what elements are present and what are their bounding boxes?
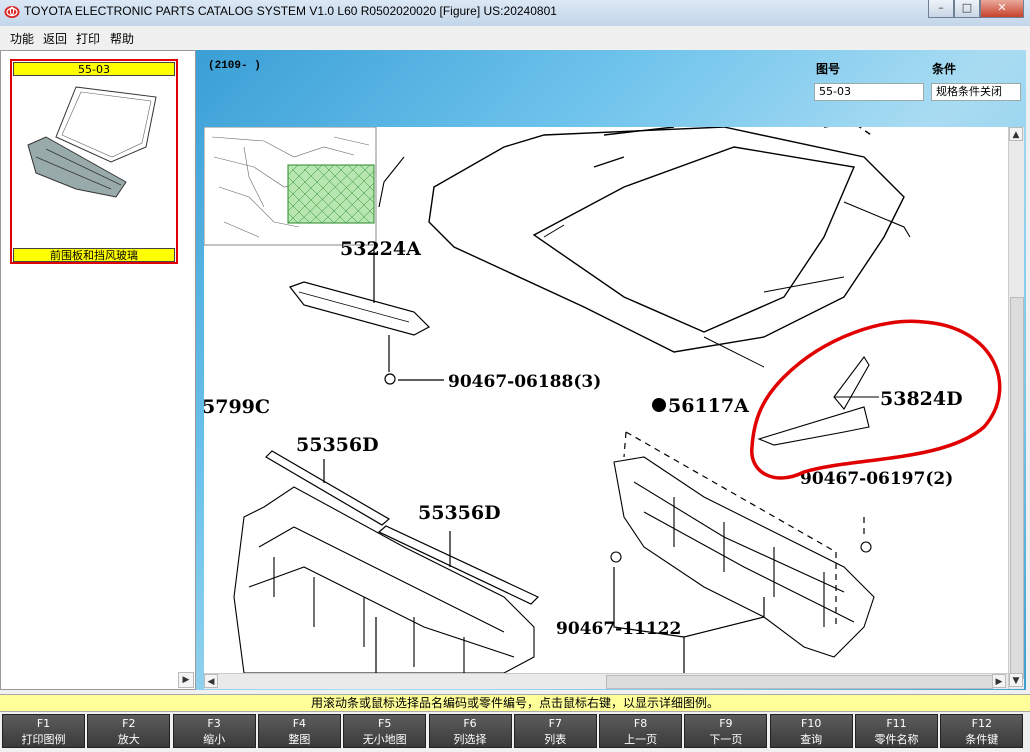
fkey-label: 零件名称 <box>874 733 919 746</box>
fkey-f7[interactable]: F7 列表 <box>513 714 597 748</box>
fkey-label: 缩小 <box>203 733 226 746</box>
figure-thumbnail[interactable]: 55-03 前围板和挡风玻璃 <box>10 59 178 264</box>
figure-number-label: 图号 <box>816 62 841 76</box>
fkey-label: 条件键 <box>965 733 999 746</box>
fkey-code: F8 <box>633 717 648 730</box>
thumbnail-panel: 55-03 前围板和挡风玻璃 <box>0 50 196 690</box>
function-key-bar: F1 打印图例 F2 放大 F3 缩小 F4 整图 F5 无小地图 F6 列选择 F7 列表 F8 上一页 F9… <box>2 714 1028 750</box>
condition-field[interactable]: 规格条件关闭 <box>931 83 1021 101</box>
fkey-f6[interactable]: F6 列选择 <box>428 714 512 748</box>
parts-diagram[interactable]: 53224A 90467-06188(3) 5799C 55356D 55356… <box>204 127 1008 673</box>
fkey-code: F5 <box>378 717 392 730</box>
vertical-scroll-thumb[interactable] <box>1010 297 1024 679</box>
thumbnail-code: 55-03 <box>13 62 175 76</box>
title-bar: TOYOTA ELECTRONIC PARTS CATALOG SYSTEM V… <box>0 0 1030 26</box>
thumbnail-image <box>27 86 157 198</box>
menu-function[interactable]: 功能 <box>10 30 34 47</box>
minimize-button[interactable]: – <box>928 0 954 18</box>
fkey-label: 放大 <box>117 733 140 746</box>
scroll-down-arrow[interactable]: ▼ <box>1009 673 1023 687</box>
fkey-f2[interactable]: F2 放大 <box>87 714 171 748</box>
horizontal-scrollbar[interactable]: ◀ ▶ <box>204 673 1008 689</box>
fkey-label: 列表 <box>544 733 567 746</box>
horizontal-scroll-thumb[interactable] <box>606 675 993 689</box>
fkey-label: 下一页 <box>709 733 743 746</box>
scroll-left-arrow[interactable]: ◀ <box>204 674 218 688</box>
fkey-code: F4 <box>292 717 307 730</box>
figure-area: (2109- ) 图号 55-03 条件 规格条件关闭 53224A 90467… <box>196 50 1026 690</box>
fkey-label: 无小地图 <box>362 733 407 746</box>
fkey-f11[interactable]: F11 零件名称 <box>855 714 938 748</box>
fkey-code: F3 <box>207 717 221 730</box>
menu-print[interactable]: 打印 <box>76 30 100 47</box>
thumbnail-caption: 前围板和挡风玻璃 <box>13 248 175 262</box>
toyota-logo-icon <box>4 6 20 18</box>
fkey-label: 列选择 <box>453 733 487 746</box>
left-panel-scroll-arrow[interactable]: ▶ <box>178 672 194 688</box>
fkey-f4[interactable]: F4 整图 <box>257 714 341 748</box>
fkey-code: F11 <box>886 717 907 730</box>
fkey-code: F1 <box>36 717 51 730</box>
parts-diagram-drawing: 53224A 90467-06188(3) 5799C 55356D 55356… <box>204 127 1002 673</box>
part-label-53224a[interactable]: 53224A <box>340 238 421 260</box>
scroll-up-arrow[interactable]: ▲ <box>1009 127 1023 141</box>
menu-bar: 功能 返回 打印 帮助 <box>0 26 1030 48</box>
fkey-f9[interactable]: F9 下一页 <box>684 714 768 748</box>
fkey-f12[interactable]: F12 条件键 <box>940 714 1024 748</box>
model-date-range: (2109- ) <box>208 60 261 72</box>
figure-number-field[interactable]: 55-03 <box>814 83 924 101</box>
minimap[interactable] <box>204 127 377 246</box>
scroll-right-arrow[interactable]: ▶ <box>992 674 1006 688</box>
menu-help[interactable]: 帮助 <box>110 30 134 47</box>
fkey-label: 整图 <box>288 733 311 746</box>
fkey-label: 打印图例 <box>21 733 66 746</box>
fkey-code: F12 <box>971 717 992 730</box>
fkey-code: F10 <box>801 717 822 730</box>
close-button[interactable]: ✕ <box>980 0 1024 18</box>
part-label-90467-06197[interactable]: 90467-06197(2) <box>800 469 953 489</box>
fkey-f3[interactable]: F3 缩小 <box>172 714 256 748</box>
fkey-code: F9 <box>719 717 733 730</box>
part-label-90467-06188[interactable]: 90467-06188(3) <box>448 372 601 392</box>
menu-back[interactable]: 返回 <box>43 30 67 47</box>
status-bar: 用滚动条或鼠标选择品名编码或零件编号，点击鼠标右键，以显示详细图例。 <box>0 694 1030 712</box>
maximize-button[interactable]: □ <box>954 0 980 18</box>
fkey-f8[interactable]: F8 上一页 <box>599 714 683 748</box>
fkey-label: 查询 <box>800 733 823 746</box>
part-label-5799c[interactable]: 5799C <box>204 396 270 418</box>
fkey-f10[interactable]: F10 查询 <box>769 714 853 748</box>
fkey-label: 上一页 <box>624 733 658 746</box>
part-label-55356d-lower[interactable]: 55356D <box>418 502 501 524</box>
part-label-55356d-upper[interactable]: 55356D <box>296 434 379 456</box>
window-title: TOYOTA ELECTRONIC PARTS CATALOG SYSTEM V… <box>24 4 557 18</box>
part-label-53824d[interactable]: 53824D <box>880 388 963 410</box>
vertical-scrollbar[interactable]: ▲ ▼ <box>1008 127 1024 689</box>
fkey-f1[interactable]: F1 打印图例 <box>2 714 85 748</box>
fkey-code: F7 <box>548 717 562 730</box>
part-label-56117a[interactable]: 56117A <box>668 395 749 417</box>
fkey-code: F6 <box>463 717 477 730</box>
condition-label: 条件 <box>932 62 957 76</box>
part-label-90467-11122[interactable]: 90467-11122 <box>556 619 681 639</box>
fkey-f5[interactable]: F5 无小地图 <box>343 714 427 748</box>
fkey-code: F2 <box>122 717 136 730</box>
